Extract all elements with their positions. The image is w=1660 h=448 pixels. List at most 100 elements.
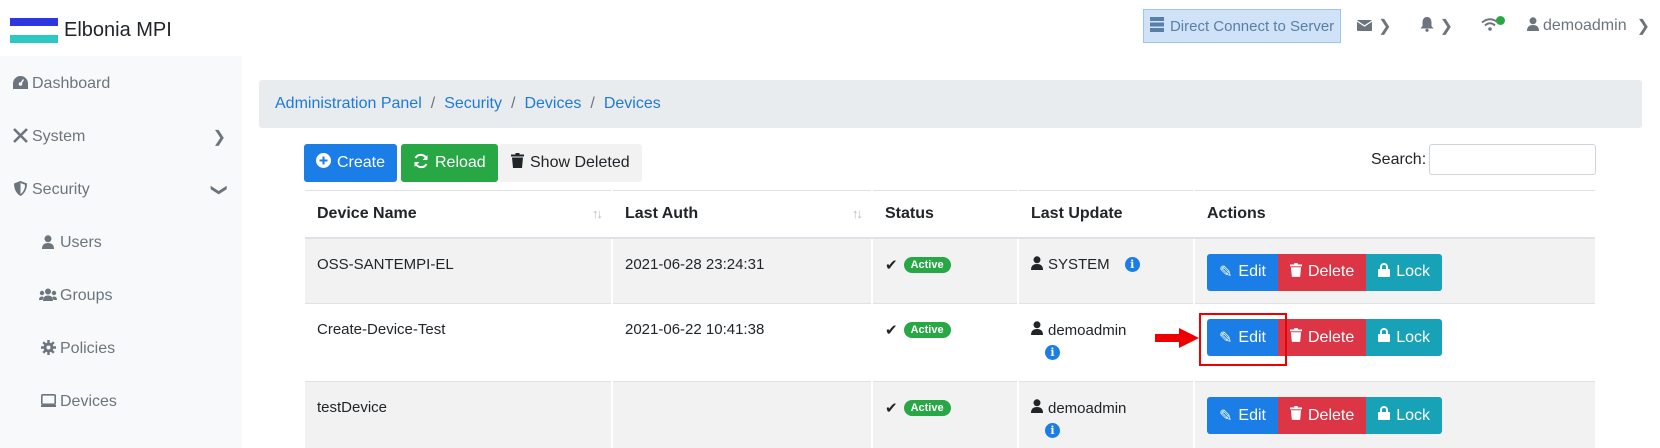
info-icon[interactable]: i xyxy=(1045,345,1060,360)
trash-icon xyxy=(1289,262,1302,282)
delete-button[interactable]: Delete xyxy=(1277,319,1367,356)
trash-icon xyxy=(511,153,524,173)
search-label: Search: xyxy=(1371,151,1427,168)
direct-connect-button[interactable]: Direct Connect to Server xyxy=(1142,9,1342,43)
device-name-cell: OSS-SANTEMPI-EL xyxy=(305,237,612,304)
table-header-row: Device Name ↑↓ Last Auth ↑↓ Status Last Up… xyxy=(305,190,1595,239)
column-header-last-update[interactable]: Last Update xyxy=(1017,190,1194,239)
user-icon xyxy=(1031,255,1043,274)
status-badge: Active xyxy=(903,400,951,416)
pencil-icon: ✎ xyxy=(1219,264,1233,281)
sidebar-item-policies[interactable]: Policies xyxy=(38,334,228,364)
lock-button[interactable]: Lock xyxy=(1366,253,1443,291)
chevron-down-icon: ❯ xyxy=(210,183,228,197)
breadcrumb-item-devices-current[interactable]: Devices xyxy=(604,95,661,113)
status-cell: ✔ Active xyxy=(871,237,1018,304)
column-header-device-name[interactable]: Device Name ↑↓ xyxy=(305,190,612,239)
sort-icon: ↑↓ xyxy=(852,206,863,221)
sidebar-item-label: Groups xyxy=(60,287,113,304)
server-icon xyxy=(1149,16,1164,36)
delete-button[interactable]: Delete xyxy=(1277,253,1367,291)
delete-button[interactable]: Delete xyxy=(1277,397,1367,434)
sidebar-item-label: System xyxy=(32,128,86,145)
top-navbar: Elbonia MPI Direct Connect to Server ❯ ❯ xyxy=(0,0,1660,56)
column-header-status[interactable]: Status xyxy=(871,190,1018,239)
user-icon xyxy=(1031,321,1043,339)
chevron-right-icon: ❯ xyxy=(1439,18,1453,35)
tools-icon xyxy=(10,128,30,146)
user-icon xyxy=(1526,16,1539,36)
sidebar-item-users[interactable]: Users xyxy=(38,228,228,258)
connection-status[interactable] xyxy=(1481,15,1505,35)
column-header-last-auth[interactable]: Last Auth ↑↓ xyxy=(611,190,872,239)
check-icon: ✔ xyxy=(885,322,898,339)
sidebar-item-devices[interactable]: Devices xyxy=(38,387,228,417)
notifications-dropdown[interactable]: ❯ xyxy=(1420,16,1453,36)
table-row: testDevice ✔ Active demoadmin i ✎ Edit Dele… xyxy=(305,381,1595,448)
sidebar-item-label: Policies xyxy=(60,340,116,357)
breadcrumb-separator: / xyxy=(511,95,516,112)
online-indicator xyxy=(1495,15,1505,25)
breadcrumb: Administration Panel / Security / Device… xyxy=(259,80,1642,128)
app-title: Elbonia MPI xyxy=(64,19,172,41)
create-button[interactable]: Create xyxy=(304,144,398,182)
updated-by: SYSTEM xyxy=(1048,256,1110,273)
user-menu[interactable]: demoadmin ❯ xyxy=(1526,16,1650,36)
column-header-actions: Actions xyxy=(1193,190,1595,239)
chevron-right-icon: ❯ xyxy=(212,129,226,146)
sidebar-item-groups[interactable]: Groups xyxy=(38,281,228,311)
last-auth-cell: 2021-06-28 23:24:31 xyxy=(611,237,872,304)
device-name-cell: Create-Device-Test xyxy=(305,303,612,382)
sidebar-item-security[interactable]: Security ❯ xyxy=(10,175,230,205)
plus-circle-icon xyxy=(316,153,331,173)
devices-table: Device Name ↑↓ Last Auth ↑↓ Status Last Up… xyxy=(305,190,1595,448)
show-deleted-label: Show Deleted xyxy=(530,154,630,171)
actions-cell: ✎ Edit Delete Lock xyxy=(1193,237,1595,304)
sidebar-item-dashboard[interactable]: Dashboard xyxy=(10,69,230,99)
info-icon[interactable]: i xyxy=(1045,423,1060,438)
chevron-right-icon: ❯ xyxy=(1636,18,1650,35)
tablet-icon xyxy=(38,394,58,410)
status-badge: Active xyxy=(903,322,951,338)
sidebar-item-label: Devices xyxy=(60,393,117,410)
edit-button[interactable]: ✎ Edit xyxy=(1207,253,1278,291)
reload-button[interactable]: Reload xyxy=(401,144,498,182)
updated-by: demoadmin xyxy=(1048,321,1127,339)
breadcrumb-item-devices[interactable]: Devices xyxy=(524,95,581,113)
show-deleted-button[interactable]: Show Deleted xyxy=(499,144,642,182)
last-auth-cell xyxy=(611,381,872,448)
trash-icon xyxy=(1289,406,1302,425)
direct-connect-label: Direct Connect to Server xyxy=(1169,17,1335,35)
highlight-box xyxy=(1199,313,1287,366)
bell-icon xyxy=(1420,16,1434,36)
lock-button[interactable]: Lock xyxy=(1366,319,1443,356)
search-input[interactable] xyxy=(1429,144,1596,175)
status-badge: Active xyxy=(903,256,951,273)
brand[interactable]: Elbonia MPI xyxy=(10,18,172,43)
actions-cell: ✎ Edit Delete Lock xyxy=(1193,381,1595,448)
last-update-cell: SYSTEM i xyxy=(1017,237,1194,304)
status-cell: ✔ Active xyxy=(871,303,1018,382)
username: demoadmin xyxy=(1542,17,1627,34)
lock-icon xyxy=(1378,262,1391,282)
envelope-icon xyxy=(1356,18,1373,35)
info-icon[interactable]: i xyxy=(1124,257,1140,272)
chevron-right-icon: ❯ xyxy=(1378,18,1392,35)
lock-icon xyxy=(1378,406,1391,425)
red-arrow-icon xyxy=(1155,328,1199,348)
lock-button[interactable]: Lock xyxy=(1366,397,1443,434)
table-row: OSS-SANTEMPI-EL 2021-06-28 23:24:31 ✔ Act… xyxy=(305,237,1595,304)
users-icon xyxy=(38,288,58,304)
breadcrumb-separator: / xyxy=(590,95,595,112)
last-auth-cell: 2021-06-22 10:41:38 xyxy=(611,303,872,382)
trash-icon xyxy=(1289,328,1302,347)
messages-dropdown[interactable]: ❯ xyxy=(1356,16,1392,36)
sort-icon: ↑↓ xyxy=(592,206,603,221)
sidebar-item-system[interactable]: System ❯ xyxy=(10,122,230,152)
check-icon: ✔ xyxy=(885,400,898,417)
status-cell: ✔ Active xyxy=(871,381,1018,448)
breadcrumb-item-admin-panel[interactable]: Administration Panel xyxy=(275,95,422,113)
breadcrumb-item-security[interactable]: Security xyxy=(444,95,502,113)
edit-button[interactable]: ✎ Edit xyxy=(1207,397,1278,434)
sidebar: Dashboard System ❯ Security ❯ Users Grou… xyxy=(0,56,242,448)
